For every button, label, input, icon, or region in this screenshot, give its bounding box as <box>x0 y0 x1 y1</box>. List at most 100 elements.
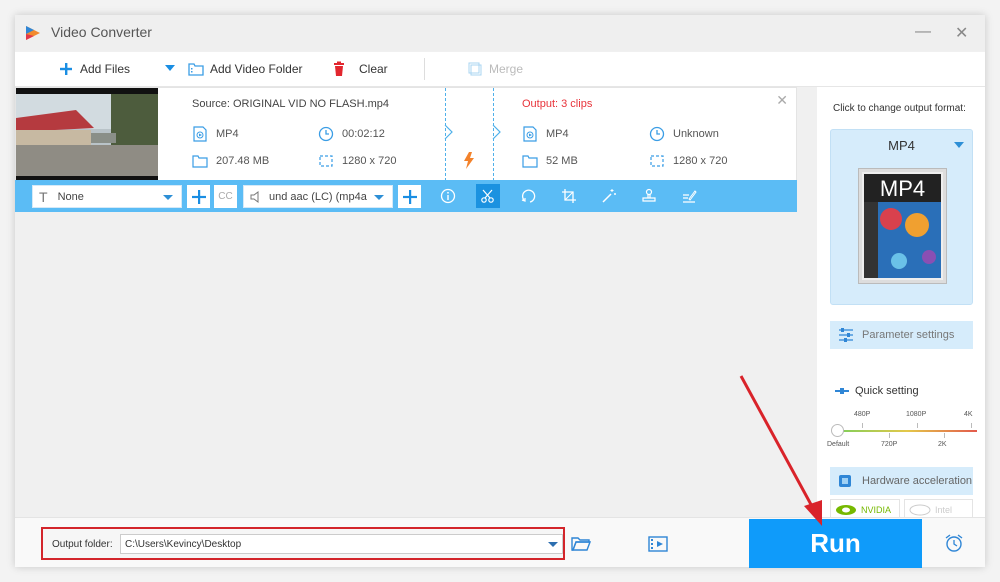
output-resolution-value: 1280 x 720 <box>673 155 728 167</box>
output-format-value: MP4 <box>546 128 569 140</box>
slider-icon <box>835 388 849 394</box>
resolution-icon <box>650 155 664 167</box>
chevron-right-icon <box>492 124 501 140</box>
add-subtitle-button[interactable] <box>187 185 210 208</box>
change-format-label: Click to change output format: <box>833 103 966 114</box>
effects-button[interactable] <box>597 184 621 208</box>
watermark-button[interactable] <box>637 184 661 208</box>
toolbar-divider <box>424 58 425 80</box>
quick-setting-label: Quick setting <box>855 385 919 397</box>
close-window-button[interactable]: ✕ <box>955 23 968 43</box>
bottom-bar: Output folder: Run <box>15 517 985 568</box>
output-size: 52 MB <box>522 153 578 169</box>
crop-button[interactable] <box>557 184 581 208</box>
add-audio-button[interactable] <box>398 185 421 208</box>
title-bar: Video Converter — ✕ <box>15 15 985 51</box>
run-button[interactable]: Run <box>749 519 922 568</box>
edit-toolbar: T None CC und aac (LC) (mp4a <box>15 180 797 212</box>
output-format: MP4 <box>522 126 569 142</box>
source-size-value: 207.48 MB <box>216 155 270 167</box>
speaker-icon <box>250 190 259 203</box>
output-settings-panel: Click to change output format: MP4 MP4 P… <box>817 87 985 520</box>
chevron-down-icon <box>374 195 384 200</box>
window-title: Video Converter <box>51 24 152 40</box>
add-video-folder-label: Add Video Folder <box>210 62 303 76</box>
scissors-icon <box>481 189 494 203</box>
parameter-settings-label: Parameter settings <box>862 329 955 341</box>
chevron-down-icon <box>165 65 175 71</box>
source-filename: Source: ORIGINAL VID NO FLASH.mp4 <box>192 98 390 110</box>
magic-wand-icon <box>602 189 616 203</box>
subtitle-select[interactable]: T None <box>32 185 182 208</box>
tick-2k: 2K <box>938 441 947 448</box>
parameter-settings-button[interactable]: Parameter settings <box>830 321 973 349</box>
hardware-acceleration-button[interactable]: Hardware acceleration <box>830 467 973 495</box>
file-list-area: Source: ORIGINAL VID NO FLASH.mp4 MP4 00… <box>15 87 815 517</box>
output-size-value: 52 MB <box>546 155 578 167</box>
output-duration-value: Unknown <box>673 128 719 140</box>
edit-icon <box>683 190 697 203</box>
toolbar: Add Files Add Video Folder Clear Merge <box>15 52 985 87</box>
output-resolution: 1280 x 720 <box>649 153 727 169</box>
audio-track-select[interactable]: und aac (LC) (mp4a <box>243 185 393 208</box>
tick-mark <box>889 433 890 438</box>
add-files-label: Add Files <box>80 62 131 76</box>
add-files-button[interactable]: Add Files <box>58 61 130 77</box>
source-format-value: MP4 <box>216 128 239 140</box>
intel-label: Intel <box>935 504 953 515</box>
stamp-icon <box>642 188 656 202</box>
output-folder-dropdown[interactable] <box>548 542 558 547</box>
nvidia-logo-icon <box>836 504 856 515</box>
rotate-button[interactable] <box>516 184 540 208</box>
add-files-dropdown[interactable] <box>165 65 175 71</box>
tick-4k: 4K <box>964 411 973 418</box>
tick-mark <box>917 423 918 428</box>
source-duration: 00:02:12 <box>318 126 385 142</box>
quick-setting-header: Quick setting <box>835 385 919 397</box>
text-icon: T <box>39 188 48 205</box>
clear-label: Clear <box>359 62 388 76</box>
quick-setting-slider-handle[interactable] <box>831 424 844 437</box>
alarm-clock-icon[interactable] <box>944 533 964 553</box>
nvidia-label: NVIDIA <box>861 504 892 515</box>
output-folder-highlight: Output folder: <box>41 527 565 560</box>
plus-icon <box>191 189 206 204</box>
subtitle-edit-button[interactable] <box>677 184 701 208</box>
merge-button[interactable]: Merge <box>467 61 523 77</box>
crop-icon <box>562 189 576 203</box>
output-format-selector[interactable]: MP4 MP4 <box>830 129 973 305</box>
resolution-icon <box>319 155 333 167</box>
cut-button[interactable] <box>476 184 500 208</box>
video-file-icon <box>523 126 537 142</box>
add-video-folder-button[interactable]: Add Video Folder <box>188 61 303 77</box>
file-item: Source: ORIGINAL VID NO FLASH.mp4 MP4 00… <box>15 87 797 181</box>
remove-file-button[interactable]: ✕ <box>776 92 788 109</box>
tick-mark <box>971 423 972 428</box>
subtitle-select-value: None <box>57 190 84 203</box>
mp4-image-text: MP4 <box>880 176 925 201</box>
tick-720p: 720P <box>881 441 898 448</box>
hardware-acceleration-label: Hardware acceleration <box>862 475 973 487</box>
quick-setting-slider[interactable] <box>837 430 977 432</box>
video-file-icon <box>193 126 207 142</box>
clear-button[interactable]: Clear <box>331 61 388 77</box>
video-thumbnail[interactable] <box>16 88 158 181</box>
tick-480p: 480P <box>854 411 871 418</box>
lightning-icon[interactable] <box>463 152 475 169</box>
open-folder-icon[interactable] <box>571 536 591 552</box>
chevron-down-icon <box>954 142 964 148</box>
mp4-format-image: MP4 <box>858 168 947 284</box>
source-duration-value: 00:02:12 <box>342 128 385 140</box>
tick-1080p: 1080P <box>906 411 927 418</box>
output-video-folder-icon[interactable] <box>648 536 668 552</box>
app-logo-icon <box>26 26 40 40</box>
info-icon <box>440 188 456 204</box>
output-folder-input[interactable] <box>120 534 563 554</box>
output-folder-label: Output folder: <box>52 539 113 550</box>
minimize-button[interactable]: — <box>915 23 931 41</box>
subtitle-settings-button[interactable]: CC <box>214 185 237 208</box>
chevron-right-icon <box>444 124 453 140</box>
info-button[interactable] <box>436 184 460 208</box>
chip-icon <box>839 475 851 487</box>
rotate-icon <box>521 189 536 203</box>
